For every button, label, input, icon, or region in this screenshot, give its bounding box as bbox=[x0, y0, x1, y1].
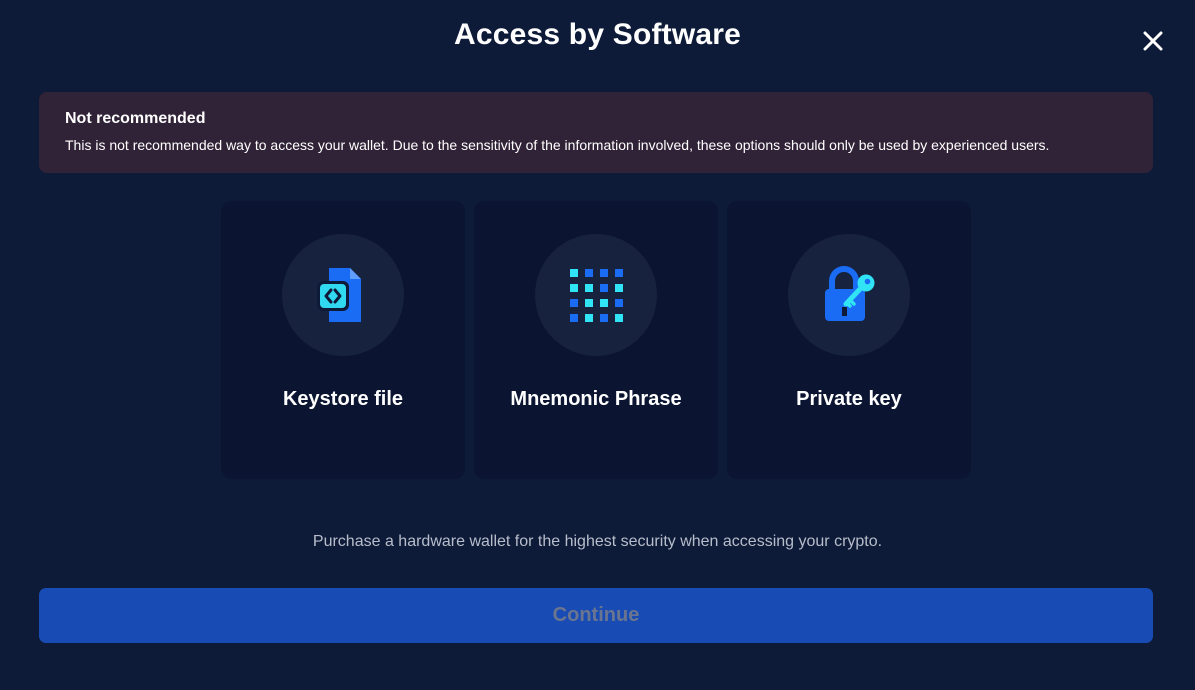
private-key-icon-circle bbox=[788, 234, 910, 356]
mnemonic-grid-icon bbox=[570, 269, 623, 322]
hardware-wallet-hint: Purchase a hardware wallet for the highe… bbox=[312, 533, 883, 550]
option-label: Mnemonic Phrase bbox=[510, 388, 682, 410]
modal-title: Access by Software bbox=[453, 18, 742, 51]
access-by-software-modal: Access by Software Not recommended This … bbox=[0, 0, 1195, 690]
warning-text: This is not recommended way to access yo… bbox=[65, 137, 1050, 153]
option-keystore-file[interactable]: Keystore file bbox=[221, 201, 465, 479]
keystore-icon-circle bbox=[282, 234, 404, 356]
continue-button[interactable]: Continue bbox=[39, 588, 1153, 643]
option-label: Keystore file bbox=[282, 388, 404, 410]
warning-title: Not recommended bbox=[65, 110, 206, 127]
keystore-file-icon bbox=[317, 268, 361, 322]
close-icon bbox=[1143, 31, 1163, 51]
mnemonic-icon-circle bbox=[535, 234, 657, 356]
option-label: Private key bbox=[796, 388, 902, 410]
padlock-key-icon bbox=[825, 266, 875, 321]
option-mnemonic-phrase[interactable]: Mnemonic Phrase bbox=[474, 201, 718, 479]
warning-banner: Not recommended This is not recommended … bbox=[39, 92, 1153, 173]
option-private-key[interactable]: Private key bbox=[727, 201, 971, 479]
close-button[interactable] bbox=[1138, 26, 1168, 56]
